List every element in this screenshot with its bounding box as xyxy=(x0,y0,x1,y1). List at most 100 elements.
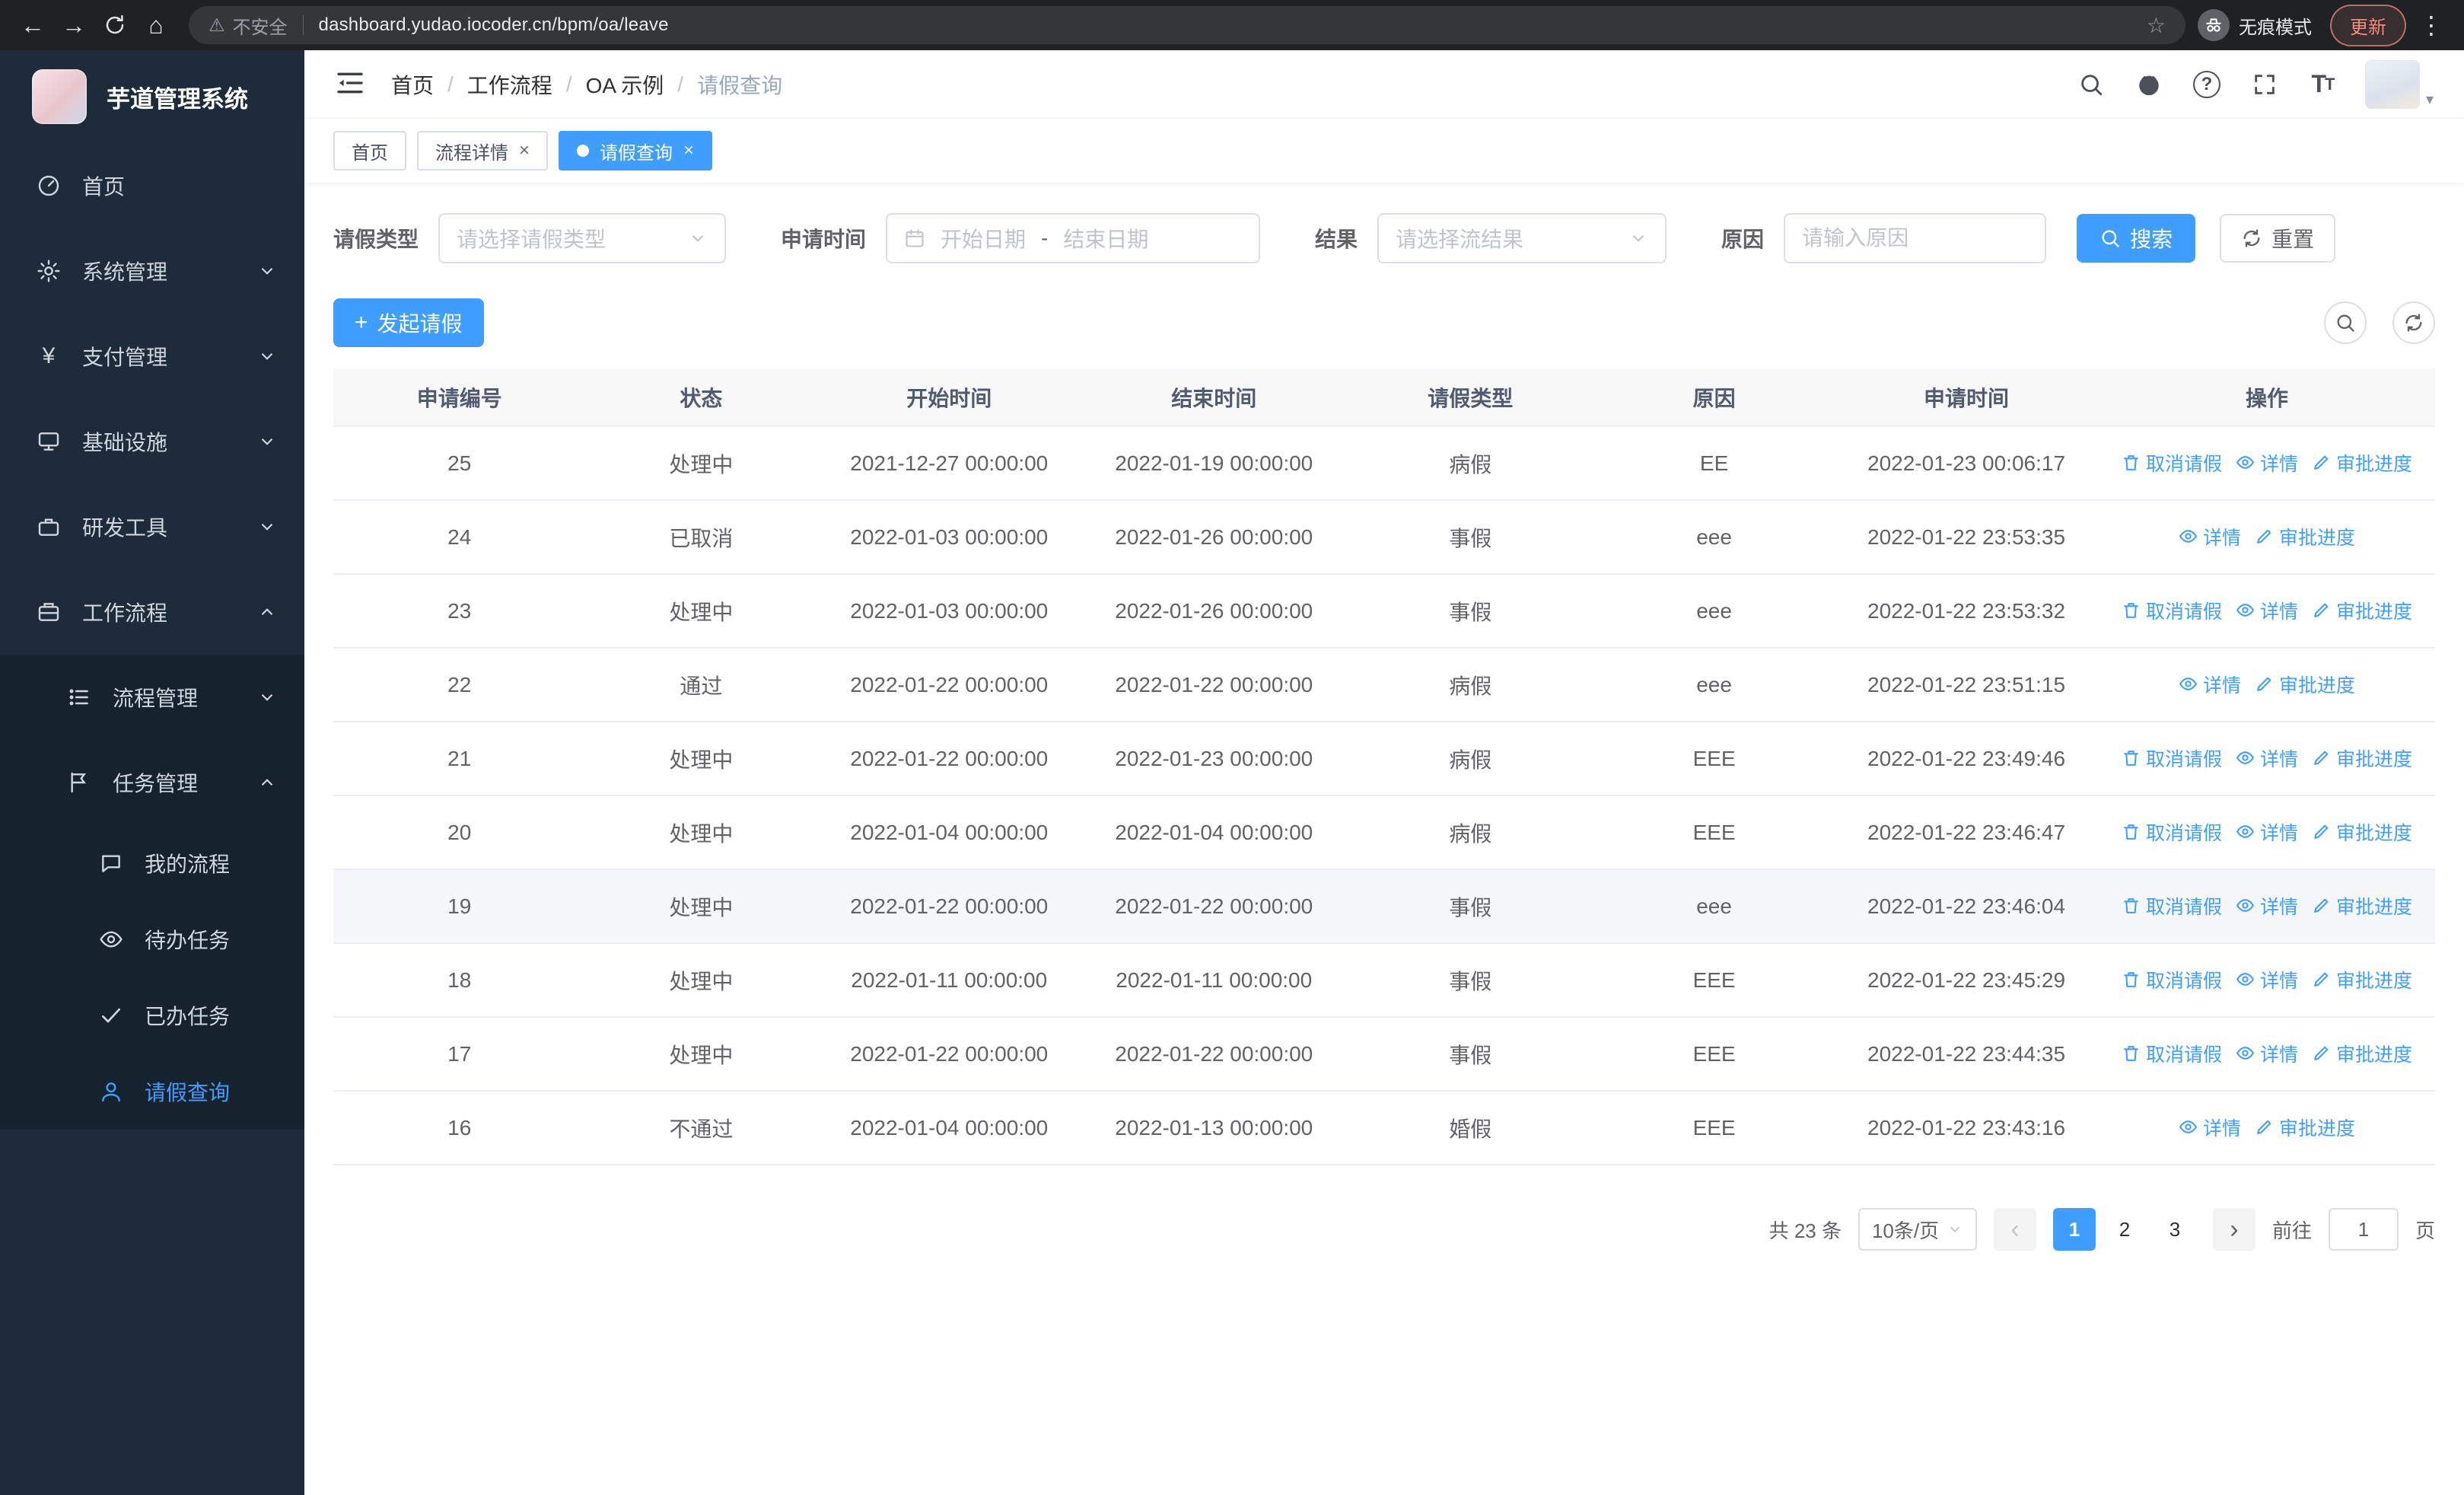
trash-icon xyxy=(2124,898,2138,914)
sidebar-item-devtools[interactable]: 研发工具 xyxy=(0,484,304,569)
action-detail-link[interactable]: 详情 xyxy=(2236,966,2298,993)
browser-menu-icon[interactable]: ⋮ xyxy=(2411,5,2452,46)
action-detail-link[interactable]: 详情 xyxy=(2236,818,2298,846)
action-cancel-link[interactable]: 取消请假 xyxy=(2122,449,2222,477)
action-cancel-link[interactable]: 取消请假 xyxy=(2122,597,2222,624)
page-size-select[interactable]: 10条/页 xyxy=(1858,1208,1977,1251)
action-progress-link[interactable]: 审批进度 xyxy=(2255,671,2355,698)
action-cancel-link[interactable]: 取消请假 xyxy=(2122,818,2222,846)
tab-process-detail[interactable]: 流程详情 × xyxy=(417,131,549,171)
fullscreen-icon[interactable] xyxy=(2249,69,2280,100)
sidebar-collapse-icon[interactable] xyxy=(335,68,368,101)
page-button-1[interactable]: 1 xyxy=(2052,1208,2096,1251)
action-progress-link[interactable]: 审批进度 xyxy=(2255,1114,2355,1141)
action-progress-link[interactable]: 审批进度 xyxy=(2312,744,2412,772)
reason-input[interactable] xyxy=(1785,215,2045,262)
close-icon[interactable]: × xyxy=(683,142,694,160)
eye-icon xyxy=(2179,530,2198,543)
address-bar[interactable]: ⚠ 不安全 dashboard.yudao.iocoder.cn/bpm/oa/… xyxy=(189,6,2185,44)
sidebar-item-done-tasks[interactable]: 已办任务 xyxy=(0,977,304,1054)
action-cancel-link[interactable]: 取消请假 xyxy=(2122,744,2222,772)
back-button[interactable]: ← xyxy=(12,5,53,46)
sidebar-item-system[interactable]: 系统管理 xyxy=(0,228,304,314)
help-icon[interactable]: ? xyxy=(2192,69,2222,100)
date-range-picker[interactable]: 开始日期 - 结束日期 xyxy=(886,213,1261,263)
sidebar-item-home[interactable]: 首页 xyxy=(0,143,304,228)
action-progress-link[interactable]: 审批进度 xyxy=(2312,597,2412,624)
incognito-label: 无痕模式 xyxy=(2239,17,2312,38)
action-detail-link[interactable]: 详情 xyxy=(2236,744,2298,772)
page-button-2[interactable]: 2 xyxy=(2103,1208,2146,1251)
cell-status: 处理中 xyxy=(585,574,817,649)
action-detail-link[interactable]: 详情 xyxy=(2236,892,2298,920)
prev-page-button[interactable]: ‹ xyxy=(1993,1208,2036,1251)
action-progress-link[interactable]: 审批进度 xyxy=(2312,1040,2412,1067)
tab-leave-query[interactable]: 请假查询 × xyxy=(559,131,713,171)
sidebar-item-process-management[interactable]: 流程管理 xyxy=(0,655,304,740)
action-detail-link[interactable]: 详情 xyxy=(2236,1040,2298,1067)
leave-type-select[interactable]: 请选择请假类型 xyxy=(438,213,727,263)
sidebar-item-leave-query[interactable]: 请假查询 xyxy=(0,1054,304,1130)
goto-page-input[interactable] xyxy=(2328,1208,2399,1251)
sidebar-item-my-process[interactable]: 我的流程 xyxy=(0,825,304,901)
table-toolbar: + 发起请假 xyxy=(333,298,2435,347)
search-icon[interactable] xyxy=(2076,69,2106,100)
create-leave-button[interactable]: + 发起请假 xyxy=(333,298,484,347)
reset-button[interactable]: 重置 xyxy=(2220,214,2336,263)
sidebar-item-task-management[interactable]: 任务管理 xyxy=(0,740,304,825)
user-avatar-menu[interactable]: ▾ xyxy=(2364,59,2434,109)
breadcrumb-workflow[interactable]: 工作流程 xyxy=(467,69,552,100)
action-detail-link[interactable]: 详情 xyxy=(2179,523,2241,550)
leave-type-label: 请假类型 xyxy=(333,228,419,251)
chevron-down-icon xyxy=(1950,1226,1960,1233)
cell-leave-type: 事假 xyxy=(1346,869,1595,944)
check-icon xyxy=(97,1002,125,1029)
sidebar-item-todo-tasks[interactable]: 待办任务 xyxy=(0,901,304,977)
action-detail-link[interactable]: 详情 xyxy=(2236,449,2298,477)
next-page-button[interactable]: › xyxy=(2212,1208,2255,1251)
reload-button[interactable] xyxy=(94,5,135,46)
action-cancel-link[interactable]: 取消请假 xyxy=(2122,966,2222,993)
breadcrumb-home[interactable]: 首页 xyxy=(391,69,434,100)
sidebar-item-infrastructure[interactable]: 基础设施 xyxy=(0,399,304,484)
bookmark-star-icon[interactable]: ☆ xyxy=(2147,13,2166,38)
cell-apply-id: 20 xyxy=(333,795,586,870)
action-progress-link[interactable]: 审批进度 xyxy=(2312,818,2412,846)
security-warning[interactable]: ⚠ 不安全 xyxy=(209,12,288,39)
action-progress-link[interactable]: 审批进度 xyxy=(2312,892,2412,920)
sidebar-item-workflow[interactable]: 工作流程 xyxy=(0,569,304,655)
github-icon[interactable] xyxy=(2134,69,2164,100)
tab-home[interactable]: 首页 xyxy=(333,131,406,171)
action-progress-link[interactable]: 审批进度 xyxy=(2255,523,2355,550)
update-button[interactable]: 更新 xyxy=(2330,4,2406,46)
sidebar-item-payment[interactable]: ¥ 支付管理 xyxy=(0,314,304,399)
font-size-icon[interactable]: TT xyxy=(2307,69,2338,100)
cell-start-time: 2022-01-22 00:00:00 xyxy=(817,648,1082,722)
toggle-search-icon[interactable] xyxy=(2324,301,2367,344)
refresh-table-icon[interactable] xyxy=(2392,301,2435,344)
home-button[interactable]: ⌂ xyxy=(135,5,177,46)
result-select[interactable]: 请选择流结果 xyxy=(1377,213,1667,263)
action-detail-link[interactable]: 详情 xyxy=(2236,597,2298,624)
chat-bubble-icon xyxy=(97,850,125,877)
close-icon[interactable]: × xyxy=(519,142,530,160)
action-progress-link[interactable]: 审批进度 xyxy=(2312,449,2412,477)
table-tools xyxy=(2324,301,2435,344)
forward-button[interactable]: → xyxy=(53,5,94,46)
cell-apply-id: 18 xyxy=(333,943,586,1018)
goto-unit-label: 页 xyxy=(2415,1219,2435,1242)
page-button-3[interactable]: 3 xyxy=(2154,1208,2196,1251)
main-area: 首页 / 工作流程 / OA 示例 / 请假查询 ? TT ▾ 首页 流程详情 … xyxy=(304,50,2464,1495)
action-detail-link[interactable]: 详情 xyxy=(2179,1114,2241,1141)
search-icon xyxy=(2102,230,2119,247)
breadcrumb-oa-example[interactable]: OA 示例 xyxy=(586,69,664,100)
action-detail-link[interactable]: 详情 xyxy=(2179,671,2241,698)
search-button[interactable]: 搜索 xyxy=(2077,214,2196,263)
table-body: 25 处理中 2021-12-27 00:00:00 2022-01-19 00:00… xyxy=(333,426,2435,1165)
action-progress-link[interactable]: 审批进度 xyxy=(2312,966,2412,993)
app-logo[interactable]: 芋道管理系统 xyxy=(0,50,304,143)
cell-status: 处理中 xyxy=(585,795,817,870)
action-cancel-link[interactable]: 取消请假 xyxy=(2122,1040,2222,1067)
action-cancel-link[interactable]: 取消请假 xyxy=(2122,892,2222,920)
cell-leave-type: 病假 xyxy=(1346,648,1595,722)
